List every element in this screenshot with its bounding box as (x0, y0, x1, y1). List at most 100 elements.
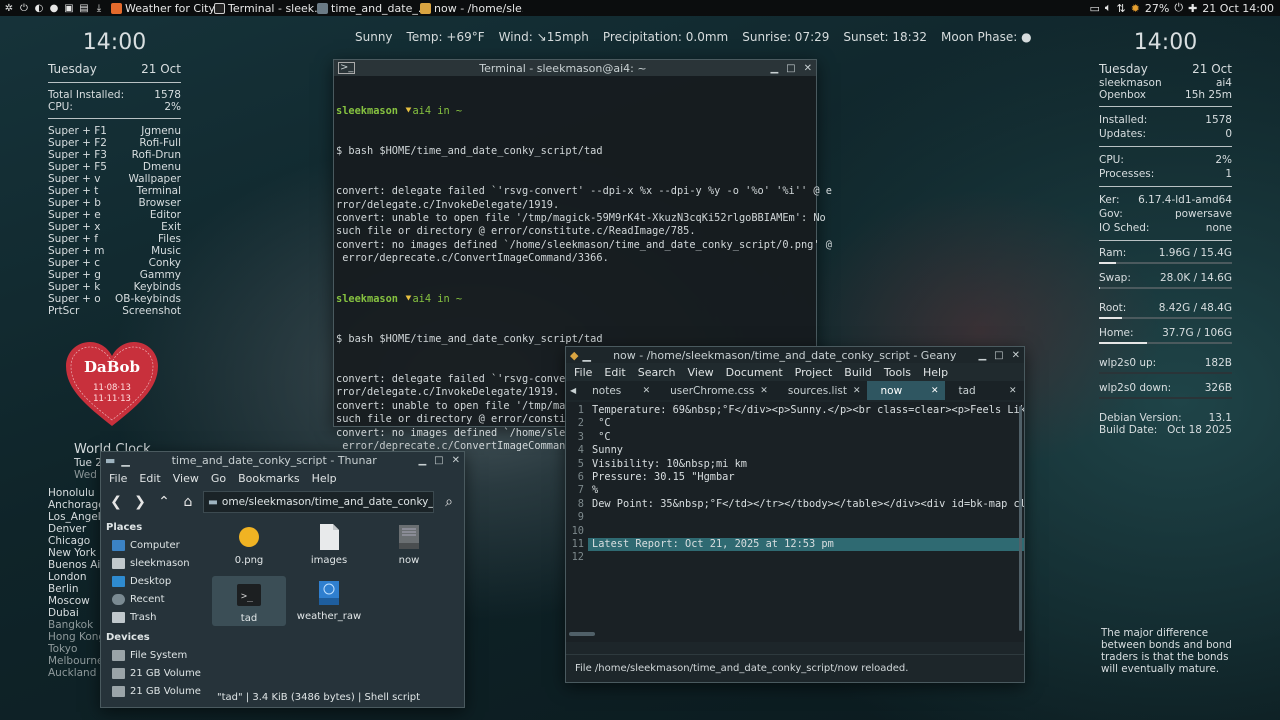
settings-icon[interactable]: ✲ (3, 2, 15, 14)
close-icon[interactable]: ✕ (643, 386, 651, 396)
half-moon-icon[interactable]: ◐ (33, 2, 45, 14)
geany-titlebar[interactable]: ◆ ▁ now - /home/sleekmason/time_and_date… (566, 347, 1024, 363)
horizontal-scrollbar[interactable] (569, 632, 595, 636)
menu-item[interactable]: Project (795, 366, 833, 379)
close-icon[interactable]: ✕ (760, 386, 768, 396)
menu-item[interactable]: Help (923, 366, 948, 379)
sidebar-item-filesystem[interactable]: File System (101, 646, 206, 664)
task-weather[interactable]: Weather for City... (111, 2, 214, 15)
file-name: 0.png (234, 555, 264, 566)
clock[interactable]: 21 Oct 14:00 (1202, 2, 1274, 15)
close-icon[interactable]: ✕ (853, 386, 861, 396)
menu-item[interactable]: Tools (884, 366, 911, 379)
menu-item[interactable]: View (688, 366, 714, 379)
network-icon[interactable]: ⇅ (1116, 2, 1125, 15)
back-button[interactable]: ❮ (107, 494, 125, 510)
tab-sources-list[interactable]: sources.list ✕ (774, 381, 867, 400)
menu-item[interactable]: File (574, 366, 592, 379)
window-menu-icon[interactable]: ▁ (582, 349, 590, 362)
menu-item[interactable]: Go (211, 472, 226, 485)
left-clock: 14:00 (82, 30, 147, 55)
file-item[interactable]: now (372, 522, 446, 566)
tab-notes[interactable]: notes ✕ (578, 381, 656, 400)
sidebar-item-computer[interactable]: Computer (101, 536, 206, 554)
tab-userchrome-css[interactable]: userChrome.css ✕ (656, 381, 774, 400)
brightness-icon[interactable]: ✹ (1131, 2, 1140, 15)
value: Oct 18 2025 (1167, 424, 1232, 436)
minimize-button[interactable]: ▁ (418, 455, 426, 466)
close-button[interactable]: ✕ (1012, 350, 1020, 361)
code-line: 1 Temperature: 69&nbsp;°F</div><p>Sunny.<… (566, 404, 1024, 417)
sidebar-item-home[interactable]: sleekmason (101, 554, 206, 572)
editor-lines: 1 Temperature: 69&nbsp;°F</div><p>Sunny.<… (566, 402, 1024, 565)
file-view[interactable]: 0.png images now >_ tad weather_raw (208, 516, 464, 688)
line-text: Latest Report: Oct 21, 2025 at 12:53 pm (588, 537, 1024, 552)
menu-item[interactable]: Build (844, 366, 872, 379)
menu-item[interactable]: Edit (139, 472, 160, 485)
notification-icon[interactable]: ✚ (1188, 2, 1197, 15)
prompt-dir: in ~ (437, 292, 463, 305)
search-icon[interactable]: ⌕ (440, 494, 458, 510)
window-icon[interactable]: ▣ (63, 2, 75, 14)
menu-item[interactable]: File (109, 472, 127, 485)
file-item-selected[interactable]: >_ tad (212, 576, 286, 626)
sidebar-item-desktop[interactable]: Desktop (101, 572, 206, 590)
minimize-button[interactable]: ▁ (978, 350, 986, 361)
menu-item[interactable]: Help (312, 472, 337, 485)
home-icon (112, 557, 125, 569)
terminal-titlebar[interactable]: >_ Terminal - sleekmason@ai4: ~ ▁ □ ✕ (334, 60, 816, 76)
file-item[interactable]: weather_raw (292, 578, 366, 622)
status-name: "tad" (217, 692, 243, 703)
file-item[interactable]: images (292, 522, 366, 566)
file-item[interactable]: 0.png (212, 522, 286, 566)
task-thunar[interactable]: time_and_date_... (317, 2, 420, 15)
menu-item[interactable]: Search (638, 366, 676, 379)
thunar-window[interactable]: ▬ ▁ time_and_date_conky_script - Thunar … (100, 451, 465, 708)
circle-icon[interactable]: ● (48, 2, 60, 14)
cpu-row: CPU: 2% (48, 101, 181, 113)
vertical-scrollbar[interactable] (1019, 406, 1022, 631)
thunar-titlebar[interactable]: ▬ ▁ time_and_date_conky_script - Thunar … (101, 452, 464, 468)
sidebar-item-trash[interactable]: Trash (101, 608, 206, 626)
close-button[interactable]: ✕ (804, 63, 812, 74)
power-icon[interactable]: ⏻ (18, 2, 30, 14)
menu-item[interactable]: View (173, 472, 199, 485)
menu-item[interactable]: Edit (604, 366, 625, 379)
sidebar-item-volume[interactable]: 21 GB Volume (101, 664, 206, 682)
power-icon[interactable]: ⏻ (1174, 1, 1183, 15)
host: ai4 (1215, 77, 1232, 89)
up-button[interactable]: ⌃ (155, 494, 173, 510)
date-label: 21 Oct (1192, 62, 1232, 76)
geany-window[interactable]: ◆ ▁ now - /home/sleekmason/time_and_date… (565, 346, 1025, 683)
sidebar-item-recent[interactable]: Recent (101, 590, 206, 608)
battery-icon[interactable]: ▭ (1089, 2, 1099, 15)
tab-tad[interactable]: tad ✕ (945, 381, 1023, 400)
line-text: % (592, 484, 599, 497)
window-menu-icon[interactable]: ▁ (121, 454, 129, 467)
menu-item[interactable]: Document (726, 366, 783, 379)
weather-temp: Temp: +69°F (406, 30, 485, 44)
weather-bar: Sunny Temp: +69°F Wind: ↘15mph Precipita… (355, 30, 1032, 44)
badge-line1: 11·08·13 (93, 383, 131, 393)
task-geany[interactable]: now - /home/sle... (420, 2, 523, 15)
minimize-button[interactable]: ▁ (770, 63, 778, 74)
forward-button[interactable]: ❯ (131, 494, 149, 510)
location-bar[interactable]: ▬ ome/sleekmason/time_and_date_conky_scr… (203, 491, 434, 513)
menu-item[interactable]: Bookmarks (238, 472, 299, 485)
volume-icon[interactable]: 🔈︎ (1105, 1, 1112, 15)
scroll-left-icon[interactable]: ◀ (570, 386, 576, 395)
folder-icon[interactable]: ▤ (78, 2, 90, 14)
maximize-button[interactable]: □ (994, 350, 1003, 361)
task-terminal[interactable]: Terminal - sleek... (214, 2, 317, 15)
close-icon[interactable]: ✕ (931, 386, 939, 396)
code-editor[interactable]: 1 Temperature: 69&nbsp;°F</div><p>Sunny.<… (566, 402, 1024, 642)
close-icon[interactable]: ✕ (1009, 386, 1017, 396)
close-button[interactable]: ✕ (452, 455, 460, 466)
keybind-row: Super + e Editor (48, 209, 181, 221)
keybind-key: Super + F3 (48, 149, 107, 161)
download-icon[interactable]: ⤓ (93, 2, 105, 14)
maximize-button[interactable]: □ (786, 63, 795, 74)
home-icon[interactable]: ⌂ (179, 494, 197, 510)
tab-now[interactable]: now ✕ (866, 381, 945, 400)
maximize-button[interactable]: □ (434, 455, 443, 466)
